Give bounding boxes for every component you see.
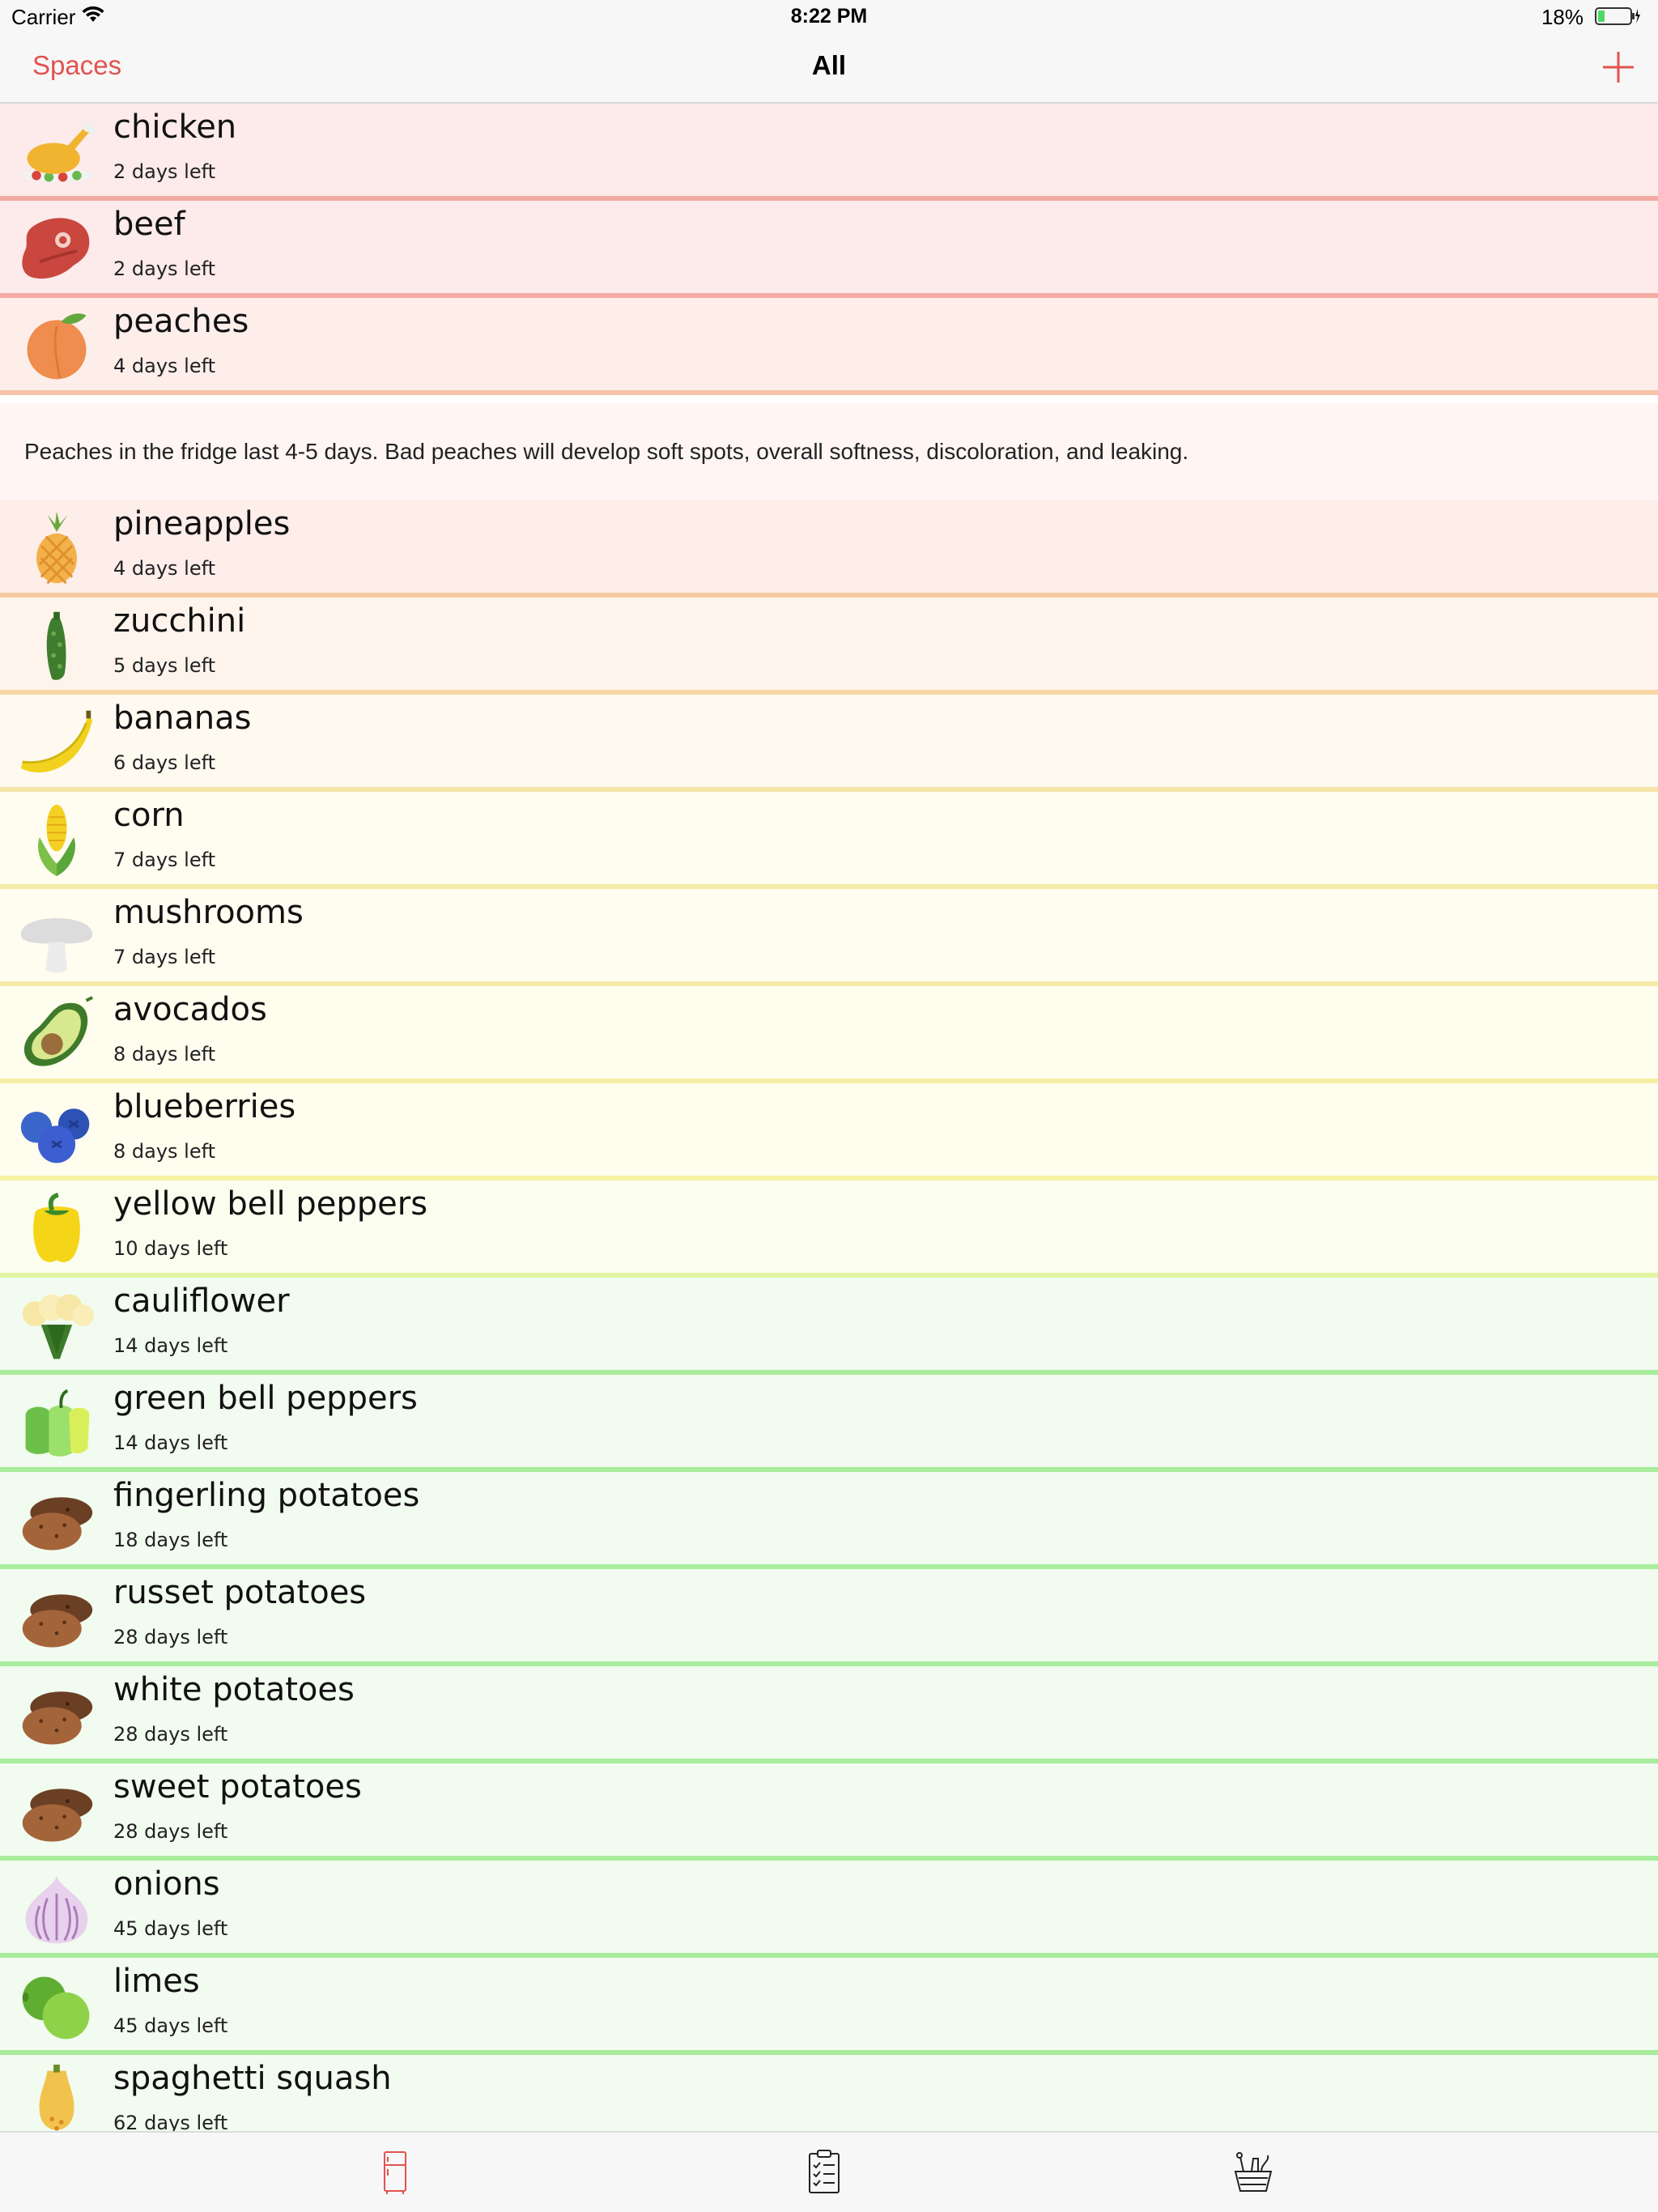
peach-icon: [27, 313, 87, 380]
plus-icon[interactable]: [1600, 49, 1637, 86]
days-left-label: 4 days left: [113, 355, 216, 377]
item-name: blueberries: [113, 1088, 296, 1125]
list-item[interactable]: beef 2 days left: [0, 201, 1658, 298]
item-name: spaghetti squash: [113, 2060, 392, 2097]
days-left-label: 28 days left: [113, 1820, 228, 1843]
battery-percentage: 18%: [1541, 5, 1584, 29]
days-left-label: 62 days left: [113, 2112, 228, 2131]
blueberries-icon: [20, 1108, 90, 1163]
cauliflower-icon: [22, 1294, 95, 1359]
list-item[interactable]: peaches 4 days left: [0, 298, 1658, 395]
list-item[interactable]: limes 45 days left: [0, 1958, 1658, 2055]
potato-icon: [22, 1594, 93, 1648]
green-pepper-icon: [25, 1389, 90, 1457]
item-name: beef: [113, 206, 185, 243]
item-name: yellow bell peppers: [113, 1185, 428, 1223]
list-item[interactable]: white potatoes 28 days left: [0, 1666, 1658, 1763]
list-item[interactable]: onions 45 days left: [0, 1861, 1658, 1958]
item-name: fingerling potatoes: [113, 1477, 420, 1514]
list-item[interactable]: russet potatoes 28 days left: [0, 1569, 1658, 1666]
list-item[interactable]: pineapples 4 days left: [0, 500, 1658, 598]
mushroom-icon: [20, 918, 93, 973]
item-name: sweet potatoes: [113, 1768, 362, 1806]
days-left-label: 7 days left: [113, 849, 216, 871]
days-left-label: 28 days left: [113, 1626, 228, 1648]
days-left-label: 5 days left: [113, 654, 216, 677]
list-item[interactable]: avocados 8 days left: [0, 986, 1658, 1083]
days-left-label: 6 days left: [113, 751, 216, 774]
steak-icon: [22, 218, 90, 279]
list-item[interactable]: chicken 2 days left: [0, 104, 1658, 201]
avocado-icon: [23, 996, 94, 1066]
list-item[interactable]: bananas 6 days left: [0, 695, 1658, 792]
days-left-label: 7 days left: [113, 946, 216, 968]
status-bar: Carrier 8:22 PM 18%: [0, 0, 1658, 32]
item-name: avocados: [113, 991, 267, 1028]
food-list: Peaches in the fridge last 4-5 days. Bad…: [0, 104, 1658, 2131]
list-item[interactable]: yellow bell peppers 10 days left: [0, 1180, 1658, 1278]
onion-icon: [25, 1874, 88, 1944]
days-left-label: 10 days left: [113, 1237, 228, 1260]
list-item[interactable]: spaghetti squash 62 days left: [0, 2055, 1658, 2131]
squash-icon: [39, 2065, 74, 2131]
battery-charging-icon: [1595, 7, 1640, 25]
fridge-icon[interactable]: [371, 2147, 419, 2196]
days-left-label: 8 days left: [113, 1140, 216, 1163]
list-item[interactable]: corn 7 days left: [0, 792, 1658, 889]
days-left-label: 2 days left: [113, 160, 216, 183]
list-item[interactable]: zucchini 5 days left: [0, 598, 1658, 695]
item-name: mushrooms: [113, 894, 304, 931]
lime-icon: [22, 1976, 90, 2040]
item-name: white potatoes: [113, 1671, 355, 1708]
potato-icon: [22, 1497, 93, 1551]
banana-icon: [20, 710, 93, 772]
list-item[interactable]: mushrooms 7 days left: [0, 889, 1658, 986]
list-item[interactable]: green bell peppers 14 days left: [0, 1375, 1658, 1472]
chicken-icon: [19, 122, 96, 182]
potato-icon: [22, 1691, 93, 1745]
pineapple-icon: [36, 511, 77, 585]
note-text: Peaches in the fridge last 4-5 days. Bad…: [24, 439, 1189, 464]
item-name: onions: [113, 1865, 220, 1903]
yellow-pepper-icon: [33, 1192, 80, 1262]
list-item[interactable]: blueberries 8 days left: [0, 1083, 1658, 1180]
days-left-label: 8 days left: [113, 1043, 216, 1066]
item-note: Peaches in the fridge last 4-5 days. Bad…: [0, 403, 1658, 508]
days-left-label: 45 days left: [113, 2014, 228, 2037]
basket-icon[interactable]: [1229, 2147, 1278, 2196]
item-name: chicken: [113, 108, 237, 146]
item-name: cauliflower: [113, 1283, 290, 1320]
item-name: bananas: [113, 700, 252, 737]
item-name: russet potatoes: [113, 1574, 367, 1611]
item-name: zucchini: [113, 602, 246, 640]
days-left-label: 2 days left: [113, 257, 216, 280]
days-left-label: 45 days left: [113, 1917, 228, 1940]
item-name: green bell peppers: [113, 1380, 418, 1417]
item-name: pineapples: [113, 505, 291, 542]
potato-icon: [22, 1789, 93, 1842]
zucchini-icon: [46, 611, 66, 680]
item-name: corn: [113, 797, 185, 834]
item-name: peaches: [113, 303, 249, 340]
days-left-label: 14 days left: [113, 1431, 228, 1454]
list-item[interactable]: sweet potatoes 28 days left: [0, 1763, 1658, 1861]
item-name: limes: [113, 1963, 200, 2000]
page-title: All: [811, 50, 847, 80]
navigation-bar: Spaces All: [0, 32, 1658, 104]
list-item[interactable]: fingerling potatoes 18 days left: [0, 1472, 1658, 1569]
days-left-label: 28 days left: [113, 1723, 228, 1746]
tab-bar: [0, 2131, 1658, 2212]
clock: 8:22 PM: [790, 5, 868, 28]
corn-icon: [38, 804, 75, 877]
days-left-label: 18 days left: [113, 1529, 228, 1551]
list-item[interactable]: cauliflower 14 days left: [0, 1278, 1658, 1375]
days-left-label: 14 days left: [113, 1334, 228, 1357]
days-left-label: 4 days left: [113, 557, 216, 580]
checklist-icon[interactable]: [800, 2147, 848, 2196]
